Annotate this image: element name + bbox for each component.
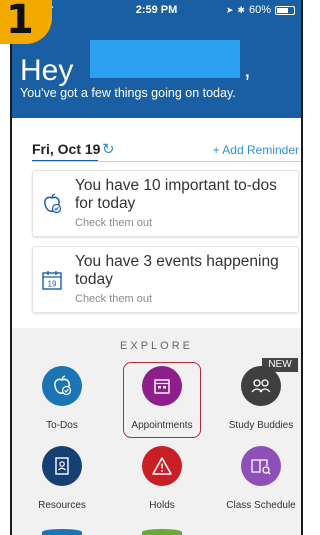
next-row-tile-hint xyxy=(42,529,82,535)
app-screen: 2:59 PM ➤ ✱ 60% Hey , You've got a few t… xyxy=(12,0,301,535)
book-search-icon xyxy=(241,446,281,486)
card-link[interactable]: Check them out xyxy=(75,217,152,229)
next-row-tile-hint xyxy=(142,529,182,535)
current-date: Fri, Oct 19 xyxy=(32,141,101,157)
people-icon xyxy=(241,366,281,406)
tile-label: Study Buddies xyxy=(228,420,294,431)
calendar-icon xyxy=(142,366,182,406)
card-title: You have 10 important to-dos for today xyxy=(75,177,277,212)
calendar-19-icon: 19 xyxy=(41,269,63,291)
add-reminder-button[interactable]: + Add Reminder xyxy=(213,143,299,157)
tile-label: Class Schedule xyxy=(226,500,296,511)
tile-label: Appointments xyxy=(131,420,193,431)
divider xyxy=(32,161,301,162)
greeting-comma: , xyxy=(244,56,251,83)
tile-label: Resources xyxy=(38,500,86,511)
battery-percent: 60% xyxy=(248,4,271,16)
card-link[interactable]: Check them out xyxy=(75,293,152,305)
device-frame-left xyxy=(0,0,12,535)
refresh-icon[interactable]: ↻ xyxy=(102,140,115,158)
battery-icon xyxy=(275,5,295,15)
todos-card[interactable]: You have 10 important to-dos for today C… xyxy=(32,170,299,237)
apple-check-icon xyxy=(41,193,63,215)
redacted-name xyxy=(90,40,240,78)
greeting: Hey xyxy=(20,54,74,87)
device-frame-right xyxy=(301,0,309,535)
status-bar: 2:59 PM ➤ ✱ 60% xyxy=(12,0,301,20)
warning-icon xyxy=(142,446,182,486)
book-icon xyxy=(42,446,82,486)
explore-title: EXPLORE xyxy=(120,340,193,352)
location-icon: ➤ xyxy=(225,4,234,15)
card-title: You have 3 events happening today xyxy=(75,253,279,288)
tile-label: To-Dos xyxy=(46,420,78,431)
events-card[interactable]: 19 You have 3 events happening today Che… xyxy=(32,246,299,313)
header-subtitle: You've got a few things going on today. xyxy=(20,86,236,100)
apple-check-icon xyxy=(42,366,82,406)
tile-label: Holds xyxy=(149,500,175,511)
header: 2:59 PM ➤ ✱ 60% Hey , You've got a few t… xyxy=(12,0,301,118)
svg-text:19: 19 xyxy=(48,280,57,289)
bluetooth-icon: ✱ xyxy=(237,4,245,15)
